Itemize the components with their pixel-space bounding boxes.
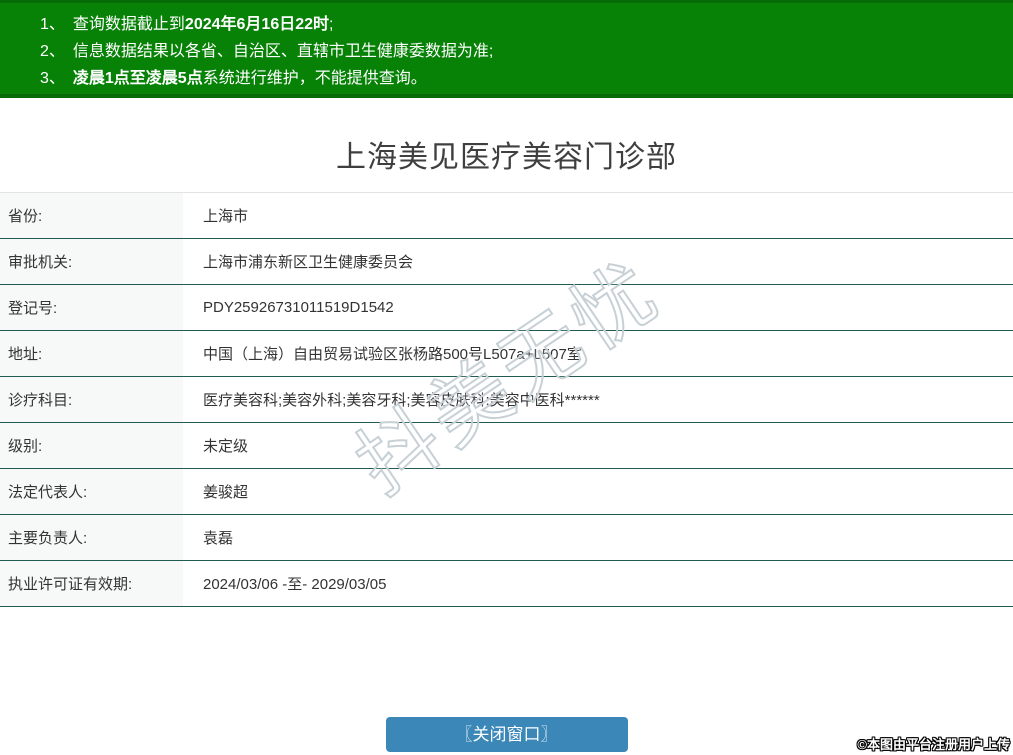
row-value: 中国（上海）自由贸易试验区张杨路500号L507a+L507室 (203, 346, 582, 363)
row-label: 级别: (0, 423, 183, 468)
notice-banner: 1、 查询数据截止到2024年6月16日22时; 2、 信息数据结果以各省、自治区、直… (0, 0, 1013, 98)
table-row: 地址: 中国（上海）自由贸易试验区张杨路500号L507a+L507室 (0, 331, 1013, 377)
table-row: 审批机关: 上海市浦东新区卫生健康委员会 (0, 239, 1013, 285)
row-label: 诊疗科目: (0, 377, 183, 422)
notice-text: ; (329, 16, 334, 33)
table-row: 省份: 上海市 (0, 193, 1013, 239)
table-row: 登记号: PDY25926731011519D1542 (0, 285, 1013, 331)
table-row: 执业许可证有效期: 2024/03/06 -至- 2029/03/05 (0, 561, 1013, 607)
row-value: 上海市 (203, 208, 249, 225)
row-value: 上海市浦东新区卫生健康委员会 (203, 254, 414, 271)
table-row: 级别: 未定级 (0, 423, 1013, 469)
row-value: PDY25926731011519D1542 (203, 299, 394, 316)
notice-line: 3、 凌晨1点至凌晨5点系统进行维护，不能提供查询。 (40, 65, 1003, 92)
notice-number: 1、 (40, 16, 65, 33)
notice-line: 1、 查询数据截止到2024年6月16日22时; (40, 11, 1003, 38)
row-label: 审批机关: (0, 239, 183, 284)
row-value: 2024/03/06 -至- 2029/03/05 (203, 576, 387, 593)
row-label: 省份: (0, 193, 183, 238)
credit-watermark: ©本图由平台注册用户上传 (857, 737, 1010, 752)
table-row: 主要负责人: 袁磊 (0, 515, 1013, 561)
table-row: 法定代表人: 姜骏超 (0, 469, 1013, 515)
table-row: 诊疗科目: 医疗美容科;美容外科;美容牙科;美容皮肤科;美容中医科****** (0, 377, 1013, 423)
notice-text: 查询数据截止到 (72, 16, 185, 33)
notice-number: 3、 (40, 70, 65, 87)
row-label: 主要负责人: (0, 515, 183, 560)
page-title: 上海美见医疗美容门诊部 (336, 141, 677, 174)
close-window-button[interactable]: 〖关闭窗口〗 (385, 717, 628, 752)
info-table: 省份: 上海市审批机关: 上海市浦东新区卫生健康委员会登记号: PDY25926731… (0, 192, 1013, 607)
row-label: 地址: (0, 331, 183, 376)
notice-number: 2、 (40, 43, 65, 60)
row-value: 袁磊 (203, 530, 234, 547)
notice-line: 2、 信息数据结果以各省、自治区、直辖市卫生健康委数据为准; (40, 38, 1003, 65)
notice-text: 2024年6月16日22时 (184, 16, 330, 33)
row-label: 法定代表人: (0, 469, 183, 514)
row-value: 医疗美容科;美容外科;美容牙科;美容皮肤科;美容中医科****** (203, 392, 600, 409)
notice-text: 凌晨1点至凌晨5点 (72, 70, 203, 87)
notice-text: 信息数据结果以各省、自治区、直辖市卫生健康委数据为准; (72, 43, 494, 60)
notice-text: 系统进行维护，不能提供查询。 (202, 70, 427, 87)
row-value: 未定级 (203, 438, 249, 455)
row-value: 姜骏超 (203, 484, 249, 501)
row-label: 执业许可证有效期: (0, 561, 183, 606)
row-label: 登记号: (0, 285, 183, 330)
